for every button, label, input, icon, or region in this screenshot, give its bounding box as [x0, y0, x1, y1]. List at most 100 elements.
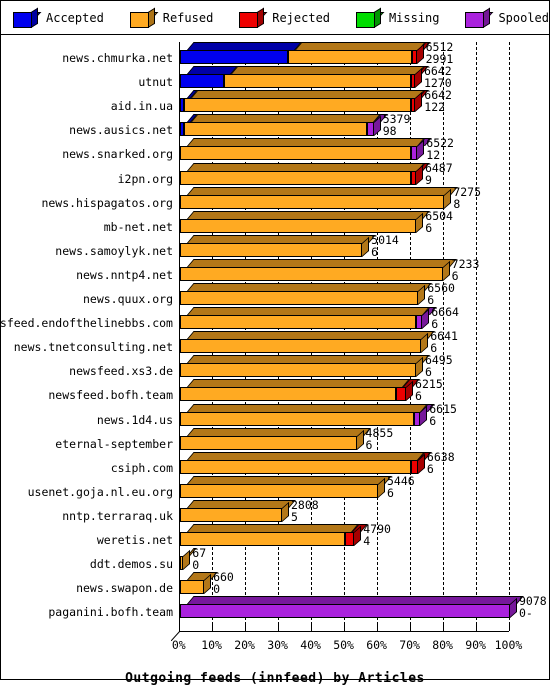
bar-value-label-bottom: 122: [424, 100, 446, 115]
bar-segment-top: [187, 210, 430, 219]
bar-segment-top: [187, 162, 425, 171]
x-axis-tick-label: 80%: [432, 638, 453, 652]
legend-item-refused: Refused: [129, 7, 213, 28]
x-axis-tick: [245, 625, 246, 631]
x-axis-tick-label: 100%: [494, 638, 523, 652]
bar-segment-refused: [180, 315, 416, 330]
y-axis-label: i2pn.org: [117, 171, 173, 186]
bar-segment-top: [187, 451, 426, 460]
bar-value-label-bottom: 6: [387, 485, 394, 500]
bar-segment-refused: [180, 387, 397, 402]
bar-segment-top: [187, 307, 430, 316]
bar-side-face: [421, 333, 429, 354]
bar-segment-top: [187, 42, 302, 50]
x-axis-tick-label: 60%: [366, 638, 387, 652]
x-axis-tick-label: 10%: [201, 638, 222, 652]
bar-segment-top: [191, 90, 426, 99]
y-axis-label: news.1d4.us: [96, 412, 173, 427]
x-axis-tick-label: 90%: [465, 638, 486, 652]
cube-icon: [13, 7, 42, 28]
bar-segment-top: [187, 186, 459, 195]
bar-segment-top: [187, 403, 428, 412]
y-axis-label: newsfeed.bofh.team: [48, 388, 173, 403]
x-axis-tick: [443, 625, 444, 631]
bar-value-label-bottom: 0-: [519, 606, 533, 621]
bar-segment-top: [187, 475, 392, 484]
cube-icon: [129, 7, 159, 28]
x-axis-tick-label: 40%: [300, 638, 321, 652]
bar-segment-refused: [180, 266, 443, 281]
bar-segment-accepted: [180, 50, 288, 64]
y-axis-label: nntp.terraraq.uk: [62, 508, 173, 523]
y-axis-label: eternal-september: [55, 436, 173, 451]
y-axis-label: usenet.goja.nl.eu.org: [27, 484, 173, 499]
y-axis-label: news.nntp4.net: [76, 267, 173, 282]
bar-segment-refused: [180, 363, 416, 378]
x-axis-tick: [212, 625, 213, 631]
y-axis-label: aid.in.ua: [110, 99, 173, 114]
cube-icon: [355, 7, 385, 28]
bar-value-label-bottom: 6: [365, 437, 373, 452]
y-axis-label: news.hispagatos.org: [41, 195, 173, 210]
chart-legend: Accepted Refused Rejected Missing Spooled: [1, 1, 549, 35]
bar-segment-refused: [180, 170, 411, 185]
y-axis-label: paganini.bofh.team: [48, 605, 173, 620]
legend-label: Accepted: [46, 10, 104, 25]
bar-segment-rejected: [396, 387, 407, 402]
bar-segment-refused: [180, 339, 422, 354]
legend-item-accepted: Accepted: [13, 7, 104, 28]
x-axis-tick-label: 70%: [399, 638, 420, 652]
bar-segment-top: [187, 524, 359, 532]
bar-segment-top: [187, 258, 457, 267]
bar-segment-refused: [224, 74, 411, 89]
chart-window: Accepted Refused Rejected Missing Spooled ne…: [0, 0, 550, 686]
bar-segment-top: [187, 499, 296, 508]
bar-value-label-bottom: 0: [192, 558, 200, 573]
y-axis-label: csiph.com: [110, 460, 173, 475]
x-axis-line: [179, 631, 509, 632]
bar-segment-top: [187, 283, 432, 291]
cube-icon: [465, 7, 494, 28]
bar-value-label-bottom: 6: [415, 389, 422, 404]
bar-side-face: [415, 92, 423, 113]
bar-segment-refused: [180, 218, 417, 233]
x-axis-tick: [278, 625, 279, 631]
legend-label: Missing: [388, 10, 440, 25]
y-axis-label: news.quux.org: [82, 292, 173, 306]
bar-segment-refused: [180, 291, 419, 305]
y-axis-label: weretis.net: [96, 533, 173, 547]
x-axis-tick-label: 50%: [333, 638, 354, 652]
y-axis-label: news.ausics.net: [69, 123, 173, 138]
bar-side-face: [183, 550, 191, 571]
bar-segment-spooled: [180, 604, 510, 619]
y-axis-label: news.snarked.org: [62, 147, 173, 162]
bar-segment-refused: [180, 507, 282, 522]
bar-value-label-bottom: 6: [371, 244, 379, 259]
bar-segment-refused: [180, 580, 205, 595]
y-axis-label: news.samoylyk.net: [55, 243, 173, 258]
legend-label: Rejected: [272, 10, 331, 25]
bar-value-label-bottom: 9: [424, 172, 432, 187]
y-axis-label: mb-net.net: [103, 219, 173, 234]
y-axis-label: ddt.demos.su: [89, 557, 173, 572]
bar-segment-refused: [180, 146, 411, 161]
bar-segment-refused: [183, 122, 368, 137]
legend-item-rejected: Rejected: [239, 7, 331, 28]
x-axis-tick: [377, 625, 378, 631]
bar-segment-top: [231, 66, 425, 75]
bar-segment-top: [187, 596, 524, 605]
bar-value-label-bottom: 98: [382, 124, 397, 139]
bar-segment-refused: [180, 242, 363, 257]
bar-segment-refused: [287, 50, 412, 64]
y-axis-label: utnut: [138, 75, 173, 90]
bar-segment-top: [187, 427, 371, 436]
y-axis-label: news.chmurka.net: [62, 51, 173, 65]
grid-line: [509, 42, 510, 630]
bar-segment-rejected: [345, 532, 355, 546]
bar-value-label-bottom: 0: [213, 582, 221, 597]
bar-value-label-bottom: 6: [425, 220, 433, 235]
y-axis-labels: news.chmurka.net utnut aid.in.ua news.ausic…: [0, 34, 177, 634]
y-axis-label: news.tnetconsulting.net: [13, 340, 173, 355]
y-axis-label: newsfeed.endofthelinebbs.com: [0, 316, 173, 331]
bar-value-label-bottom: 4: [363, 534, 371, 548]
